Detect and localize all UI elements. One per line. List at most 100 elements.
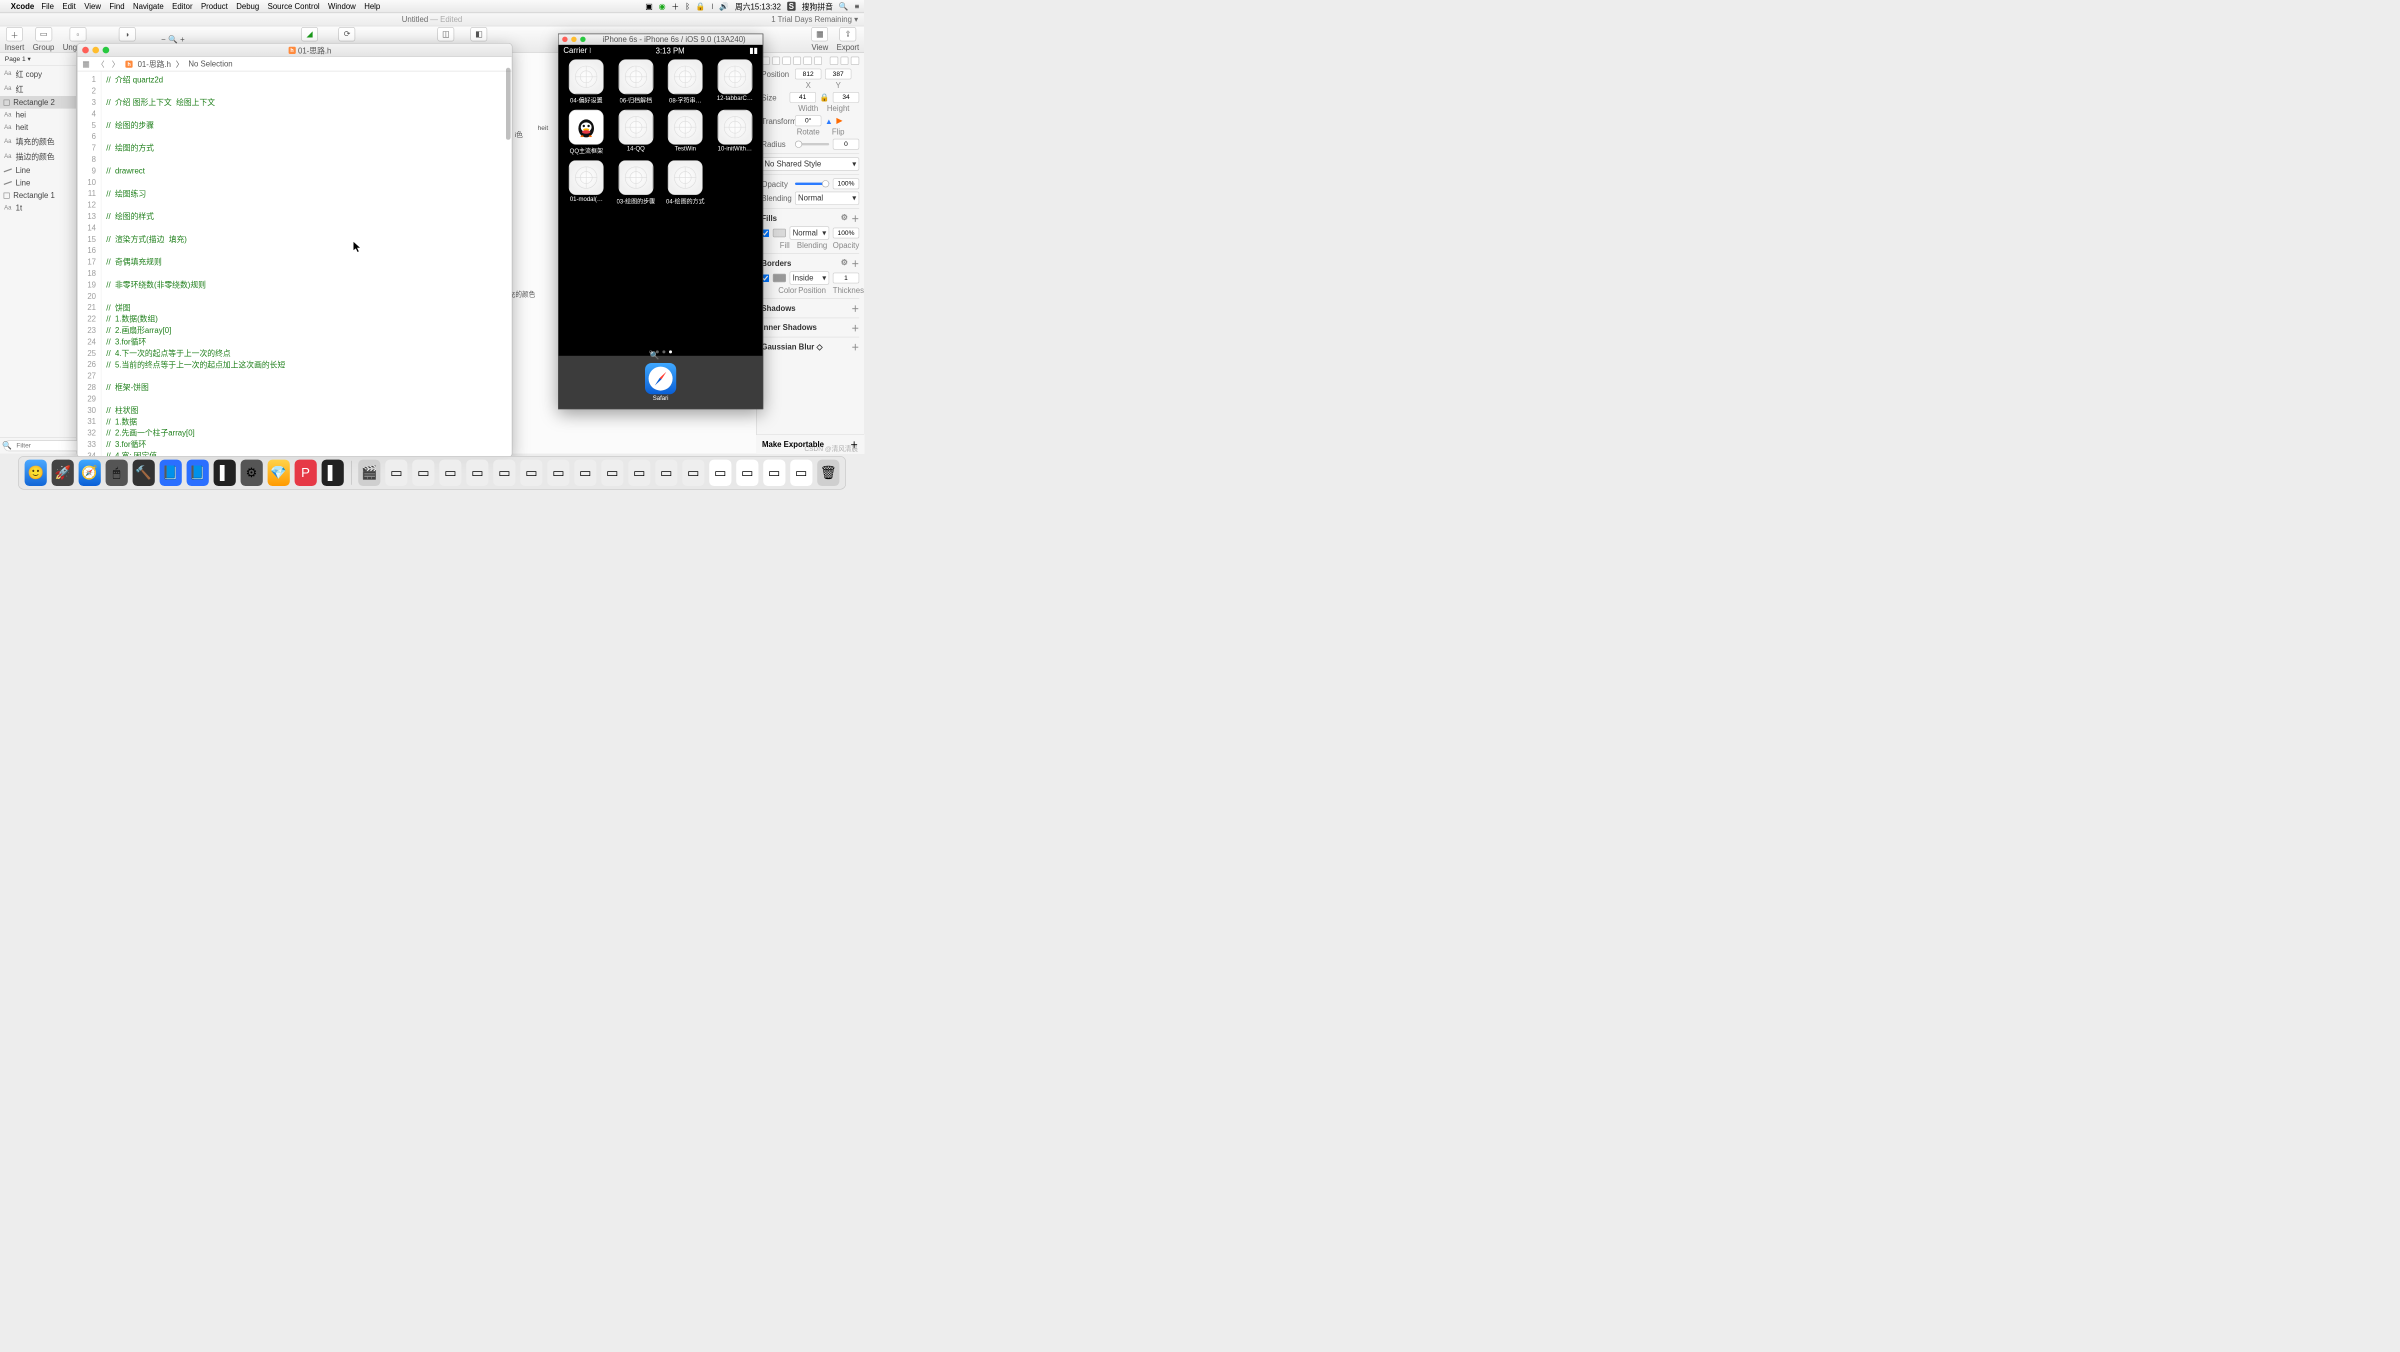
app-icon[interactable]: 08-字符串… — [662, 59, 708, 107]
trial-remaining[interactable]: 1 Trial Days Remaining ▾ — [771, 15, 858, 25]
clock[interactable]: 周六15:13:32 — [735, 1, 781, 12]
page-dot-search[interactable]: 🔍 — [649, 350, 652, 353]
code-editor[interactable]: 1234567891011121314151617181920212223242… — [77, 71, 511, 456]
menu-navigate[interactable]: Navigate — [133, 2, 164, 11]
flip-h-icon[interactable]: ▲ — [825, 116, 833, 125]
page-dot-active[interactable] — [669, 350, 672, 353]
vertical-scrollbar[interactable] — [506, 71, 511, 139]
blending-select[interactable]: Normal▾ — [795, 191, 859, 204]
menu-editor[interactable]: Editor — [172, 2, 192, 11]
menu-view[interactable]: View — [84, 2, 101, 11]
app-icon[interactable]: 📘 — [160, 460, 182, 486]
page-indicator[interactable]: 🔍 — [559, 347, 763, 355]
simulator-titlebar[interactable]: iPhone 6s - iPhone 6s / iOS 9.0 (13A240) — [559, 34, 763, 45]
jump-bar[interactable]: ▦ 〈 〉 h 01-思路.h 〉 No Selection — [77, 57, 511, 71]
minimized-window[interactable]: ▭ — [709, 460, 731, 486]
xcode-icon[interactable]: 🔨 — [133, 460, 155, 486]
minimized-window[interactable]: ▭ — [655, 460, 677, 486]
flip-v-icon[interactable]: ▶ — [836, 116, 842, 126]
opacity-input[interactable] — [833, 178, 859, 189]
fill-swatch[interactable] — [773, 229, 786, 237]
simulator-dock[interactable]: Safari — [559, 356, 763, 409]
plus-icon[interactable]: ＋ — [671, 1, 679, 12]
xcode-titlebar[interactable]: h01-思路.h — [77, 44, 511, 57]
simulator-screen[interactable]: Carrier ⧘ 3:13 PM ▮▮ 04-偏好设置06-归档解档08-字符… — [559, 45, 763, 409]
wifi-icon[interactable]: ⧘ — [712, 2, 714, 12]
minimized-window[interactable]: ▭ — [493, 460, 515, 486]
back-icon[interactable]: 〈 — [96, 58, 106, 69]
minimized-window[interactable]: ▭ — [547, 460, 569, 486]
ime-label[interactable]: 搜狗拼音 — [802, 1, 833, 12]
shadows-add-icon[interactable]: ＋ — [851, 302, 859, 313]
minimize-icon[interactable] — [571, 37, 576, 42]
page-dot[interactable] — [656, 350, 659, 353]
close-icon[interactable] — [562, 37, 567, 42]
mouse-app-icon[interactable]: 🖱 — [106, 460, 128, 486]
minimize-icon[interactable] — [92, 47, 99, 54]
volume-icon[interactable]: 🔊 — [719, 2, 729, 12]
app-icon[interactable]: 14-QQ — [613, 110, 659, 158]
rotate-input[interactable] — [795, 115, 821, 126]
minimized-window[interactable]: ▭ — [628, 460, 650, 486]
bluetooth-icon[interactable]: ᛒ — [685, 2, 690, 11]
opacity-slider[interactable] — [795, 182, 829, 184]
springboard-grid[interactable]: 04-偏好设置06-归档解档08-字符串…12-tabbarC…QQ主流框架14… — [559, 56, 763, 348]
lock-icon[interactable]: 🔒 — [819, 92, 829, 102]
border-thickness-input[interactable] — [833, 272, 859, 283]
forward-icon[interactable]: 〉 — [111, 58, 121, 69]
safari-icon[interactable]: 🧭 — [79, 460, 101, 486]
shared-style-select[interactable]: No Shared Style▾ — [761, 157, 859, 170]
minimized-window[interactable]: ▭ — [682, 460, 704, 486]
menu-help[interactable]: Help — [364, 2, 380, 11]
player-icon[interactable]: 🎬 — [358, 460, 380, 486]
export-button[interactable]: ⇪Export — [837, 27, 860, 52]
sync-icon[interactable]: ◉ — [659, 2, 666, 12]
menu-source-control[interactable]: Source Control — [268, 2, 320, 11]
layer-row[interactable]: Aa1t — [0, 202, 76, 215]
fills-gear-icon[interactable]: ⚙ — [841, 212, 848, 223]
app-icon[interactable]: 03-绘图的步骤 — [613, 160, 659, 208]
fill-blending-select[interactable]: Normal▾ — [790, 226, 830, 239]
safari-icon[interactable] — [645, 363, 676, 394]
minimized-window[interactable]: ▭ — [790, 460, 812, 486]
layer-row[interactable]: Rectangle 2 — [0, 96, 76, 109]
size-w-input[interactable] — [789, 92, 815, 103]
app-icon[interactable]: 04-偏好设置 — [563, 59, 609, 107]
screen-record-icon[interactable]: ▣ — [645, 2, 652, 12]
layer-row[interactable]: Aa描边的颜色 — [0, 149, 76, 164]
layer-row[interactable]: Aaheit — [0, 121, 76, 134]
related-items-icon[interactable]: ▦ — [81, 59, 91, 69]
finder-icon[interactable]: 🙂 — [25, 460, 47, 486]
maximize-icon[interactable] — [580, 37, 585, 42]
layer-row[interactable]: Aa红 — [0, 81, 76, 96]
layer-row[interactable]: Rectangle 1 — [0, 189, 76, 202]
spotlight-icon[interactable]: 🔍 — [839, 2, 849, 12]
app-icon[interactable]: 06-归档解档 — [613, 59, 659, 107]
terminal-icon[interactable]: ▌ — [213, 460, 235, 486]
borders-add-icon[interactable]: ＋ — [851, 257, 859, 268]
app-icon[interactable]: 04-绘图的方式 — [662, 160, 708, 208]
lock-icon[interactable]: 🔒 — [696, 2, 706, 12]
group-button[interactable]: ▭Group — [33, 27, 55, 52]
app-icon[interactable]: 📘 — [186, 460, 208, 486]
terminal-icon[interactable]: ▌ — [321, 460, 343, 486]
insert-button[interactable]: ＋Insert — [5, 27, 25, 52]
minimized-window[interactable]: ▭ — [736, 460, 758, 486]
size-h-input[interactable] — [833, 92, 859, 103]
pixate-icon[interactable]: P — [294, 460, 316, 486]
align-controls[interactable] — [761, 56, 859, 64]
menu-product[interactable]: Product — [201, 2, 228, 11]
fills-add-icon[interactable]: ＋ — [851, 212, 859, 223]
layer-row[interactable]: Aa红 copy — [0, 66, 76, 81]
position-x-input[interactable] — [795, 68, 821, 79]
view-button[interactable]: ▦View — [811, 27, 828, 52]
app-icon[interactable]: QQ主流框架 — [563, 110, 609, 158]
ime-badge[interactable]: S — [787, 2, 796, 11]
layer-row[interactable]: Aahei — [0, 109, 76, 122]
blur-add-icon[interactable]: ＋ — [851, 341, 859, 352]
launchpad-icon[interactable]: 🚀 — [52, 460, 74, 486]
layer-row[interactable]: Line — [0, 176, 76, 189]
app-menu[interactable]: Xcode — [11, 2, 34, 11]
close-icon[interactable] — [82, 47, 89, 54]
code-area[interactable]: // 介绍 quartz2d// 介绍 图形上下文 绘图上下文// 绘图的步骤/… — [101, 71, 511, 456]
